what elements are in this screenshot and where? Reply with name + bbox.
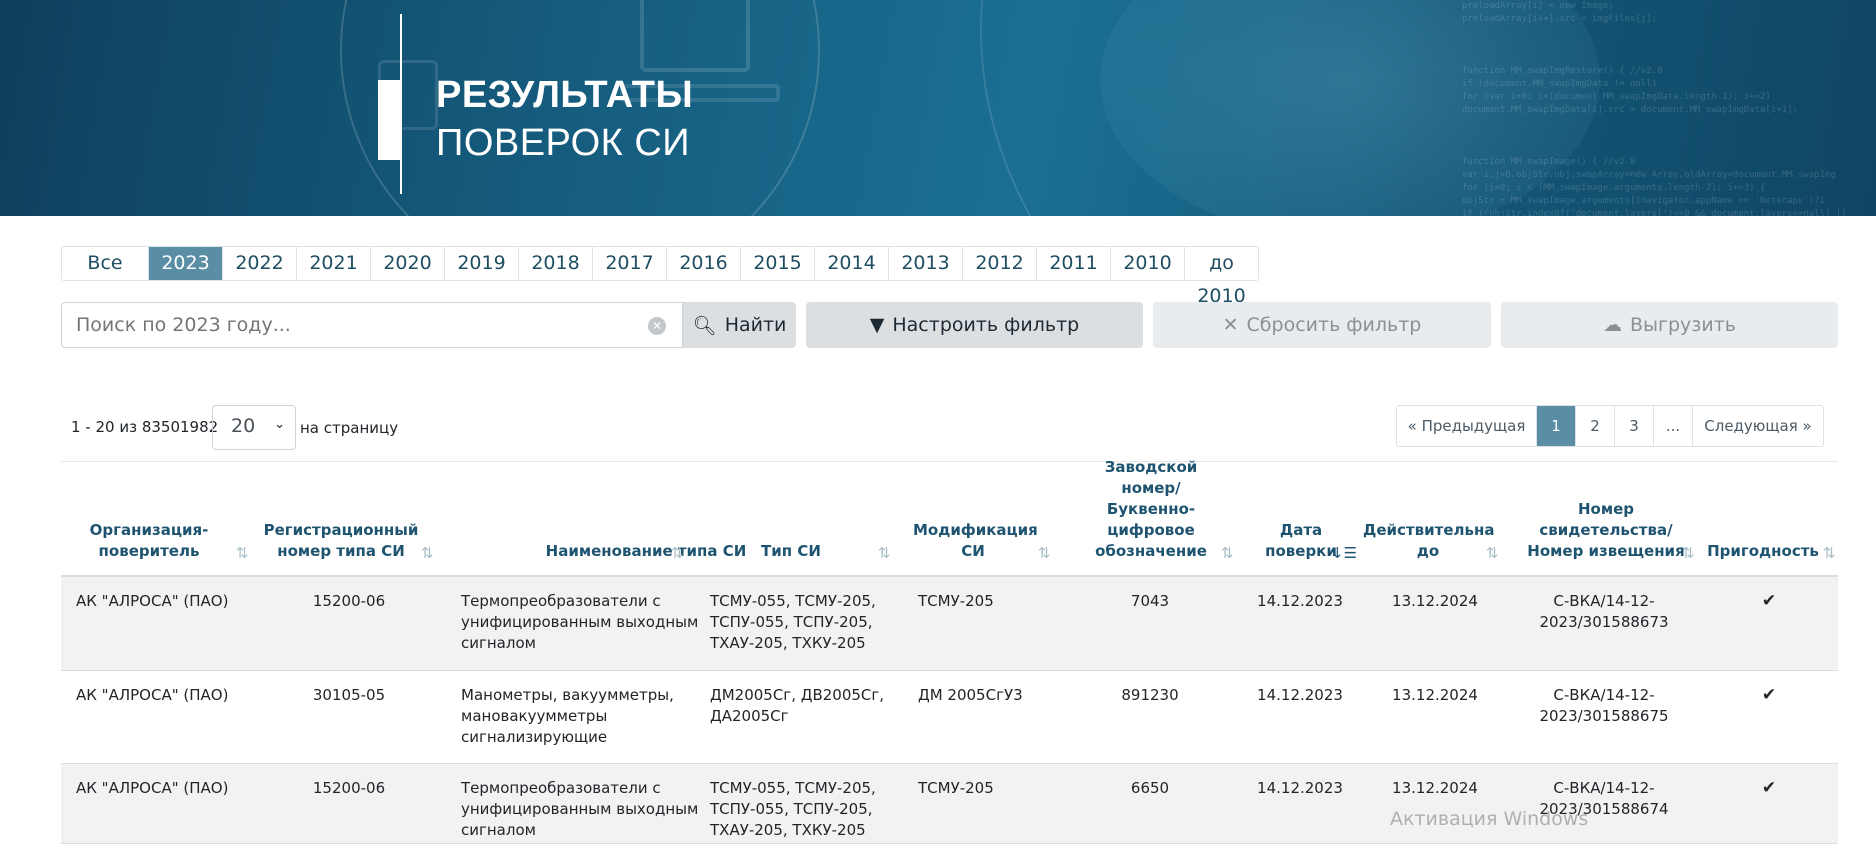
year-tab[interactable]: 2016 — [667, 247, 741, 280]
title-accent-block — [378, 80, 400, 160]
pagination: « Предыдущая 1 2 3... Следующая » — [1396, 405, 1824, 447]
year-tab[interactable]: 2015 — [741, 247, 815, 280]
per-page-label: на страницу — [300, 419, 399, 437]
configure-filter-label: Настроить фильтр — [892, 314, 1080, 336]
page-title-line2: ПОВЕРОК СИ — [436, 122, 691, 164]
year-tab[interactable]: 2022 — [223, 247, 297, 280]
column-header[interactable]: Регистрационный номер типа СИ — [246, 520, 436, 562]
suitability-check-icon: ✔ — [1761, 591, 1777, 611]
sort-icon[interactable]: ⇅ — [1038, 544, 1051, 562]
column-header[interactable]: Наименование типа СИ — [526, 541, 766, 562]
search-icon: 🔍︎ — [692, 314, 717, 337]
close-icon: ✕ — [1222, 314, 1239, 336]
table-cell: ТСМУ-055, ТСМУ-205, ТСПУ-055, ТСПУ-205, … — [710, 779, 876, 839]
page-title-line1: РЕЗУЛЬТАТЫ — [436, 74, 694, 116]
year-tabs: Все 2023 2022 2021 2020 2019 2018 2017 2016 2015 2… — [61, 246, 1259, 307]
table-cell: ДМ 2005СгУ3 — [918, 686, 1023, 704]
export-button[interactable]: ☁ Выгрузить — [1501, 302, 1838, 348]
search-input[interactable] — [76, 314, 636, 336]
sort-icon[interactable]: ↓☰ — [1331, 544, 1357, 562]
table-cell: 30105-05 — [312, 686, 386, 704]
table-cell: Манометры, вакуумметры, мановакуумметры … — [461, 686, 674, 746]
table-row[interactable]: АК "АЛРОСА" (ПАО) 15200-06 Термопреобразов… — [61, 577, 1838, 671]
year-tab[interactable]: 2013 — [889, 247, 963, 280]
table-cell: АК "АЛРОСА" (ПАО) — [76, 592, 229, 610]
year-tab[interactable]: 2012 — [963, 247, 1037, 280]
sort-icon[interactable]: ⇅ — [878, 544, 891, 562]
page-button[interactable]: 3 — [1615, 406, 1654, 446]
year-tab[interactable]: 2017 — [593, 247, 667, 280]
column-header[interactable]: Пригодность — [1703, 541, 1823, 562]
next-page-button[interactable]: Следующая » — [1693, 406, 1823, 446]
year-tab[interactable]: 2019 — [445, 247, 519, 280]
year-tab[interactable]: 2010 — [1111, 247, 1185, 280]
year-tab[interactable]: до 2010 — [1185, 247, 1258, 307]
page-button[interactable]: 1 — [1537, 406, 1576, 446]
cloud-upload-icon: ☁ — [1602, 314, 1622, 336]
column-header[interactable]: Тип СИ — [731, 541, 851, 562]
sort-icon[interactable]: ⇅ — [671, 544, 684, 562]
results-count: 1 - 20 из 83501982 — [71, 418, 219, 436]
column-header[interactable]: Заводской номер/ Буквенно- цифровое обоз… — [1076, 457, 1226, 562]
column-header[interactable]: Модификация СИ — [913, 520, 1038, 562]
table-cell: ТСМУ-205 — [918, 779, 994, 797]
per-page-value: 20 — [231, 415, 256, 437]
chevron-down-icon: ⌄ — [274, 417, 285, 432]
search-box: ✕ — [61, 302, 683, 348]
previous-page-button[interactable]: « Предыдущая — [1397, 406, 1537, 446]
next-page-label: Следующая — [1704, 417, 1798, 435]
table-cell: ТСМУ-055, ТСМУ-205, ТСПУ-055, ТСПУ-205, … — [710, 592, 876, 652]
find-button[interactable]: 🔍︎ Найти — [683, 302, 796, 348]
double-chevron-right-icon: » — [1797, 417, 1812, 435]
reset-filter-button[interactable]: ✕ Сбросить фильтр — [1153, 302, 1491, 348]
header-banner: preloadArray[i] = new Image; preloadArra… — [0, 0, 1876, 216]
title-accent-line — [400, 14, 402, 194]
table-header: Организация- поверитель ⇅ Регистрационный … — [59, 458, 1838, 576]
per-page-select[interactable]: 20 ⌄ — [212, 405, 296, 450]
table-cell: Термопреобразователи с унифицированным в… — [461, 592, 699, 652]
configure-filter-button[interactable]: ▼ Настроить фильтр — [806, 302, 1143, 348]
sort-icon[interactable]: ⇅ — [421, 544, 434, 562]
windows-activation-watermark: Активация Windows — [1390, 808, 1589, 830]
sort-icon[interactable]: ⇅ — [1823, 544, 1836, 562]
column-header[interactable]: Номер свидетельства/ Номер извещения — [1521, 499, 1691, 562]
monitor-icon — [640, 0, 750, 72]
table-cell: АК "АЛРОСА" (ПАО) — [76, 779, 229, 797]
suitability-check-icon: ✔ — [1761, 778, 1777, 798]
table-cell: ДМ2005Сг, ДВ2005Сг, ДА2005Сг — [710, 686, 885, 725]
table-row[interactable]: АК "АЛРОСА" (ПАО) 15200-06 Термопреобразов… — [61, 764, 1838, 844]
sort-icon[interactable]: ⇅ — [1221, 544, 1234, 562]
column-header[interactable]: Действительна до — [1363, 520, 1494, 562]
year-tab[interactable]: 2011 — [1037, 247, 1111, 280]
sort-icon[interactable]: ⇅ — [1486, 544, 1499, 562]
page-button[interactable]: ... — [1654, 406, 1693, 446]
table-cell: 15200-06 — [312, 592, 386, 610]
table-cell: Термопреобразователи с унифицированным в… — [461, 779, 699, 839]
year-tab[interactable]: 2023 — [149, 247, 223, 280]
export-label: Выгрузить — [1629, 314, 1737, 336]
column-header[interactable]: Организация- поверитель — [59, 520, 239, 562]
page-button[interactable]: 2 — [1576, 406, 1615, 446]
year-tab[interactable]: Все — [62, 247, 149, 280]
year-tab[interactable]: 2020 — [371, 247, 445, 280]
filter-icon: ▼ — [869, 314, 885, 336]
double-chevron-left-icon: « — [1407, 417, 1417, 435]
clear-search-icon[interactable]: ✕ — [648, 317, 666, 335]
year-tab[interactable]: 2021 — [297, 247, 371, 280]
year-tab[interactable]: 2014 — [815, 247, 889, 280]
year-tab[interactable]: 2018 — [519, 247, 593, 280]
suitability-check-icon: ✔ — [1761, 685, 1777, 705]
sort-icon[interactable]: ⇅ — [1682, 544, 1695, 562]
banner-code-decoration: preloadArray[i] = new Image; preloadArra… — [1462, 1, 1847, 216]
previous-page-label: Предыдущая — [1421, 417, 1526, 435]
table-cell: 15200-06 — [312, 779, 386, 797]
table-cell: ТСМУ-205 — [918, 592, 994, 610]
table-row[interactable]: АК "АЛРОСА" (ПАО) 30105-05 Манометры, ваку… — [61, 671, 1838, 764]
find-button-label: Найти — [724, 314, 787, 336]
table-cell: АК "АЛРОСА" (ПАО) — [76, 686, 229, 704]
reset-filter-label: Сбросить фильтр — [1246, 314, 1422, 336]
